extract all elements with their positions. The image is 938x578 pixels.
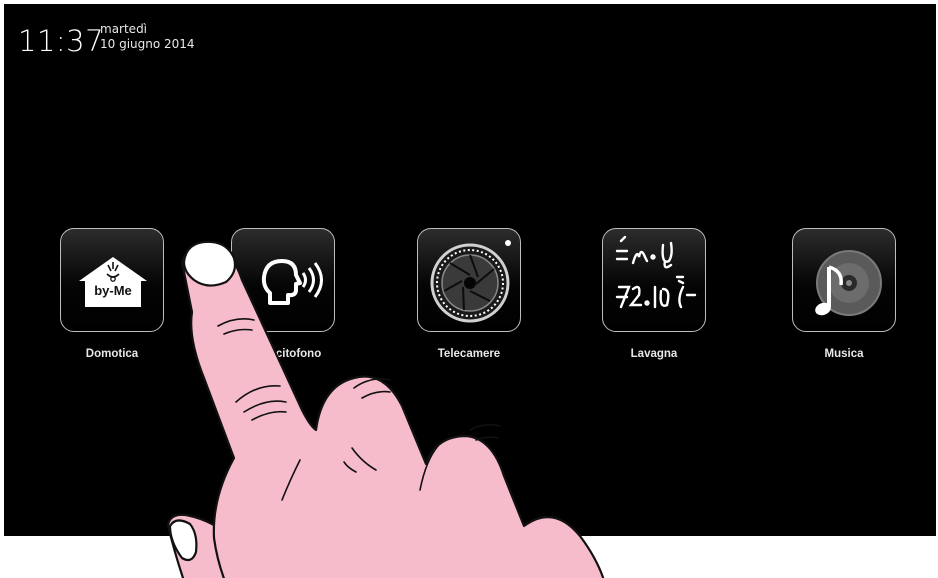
app-label: Lavagna: [630, 348, 678, 360]
app-label: Musica: [824, 348, 864, 360]
app-label: Telecamere: [437, 348, 501, 360]
app-label: Domotica: [85, 348, 139, 360]
home-screen: 11:37 martedì 10 giugno 2014 by-Me Domot…: [4, 4, 936, 536]
date: 10 giugno 2014: [100, 37, 195, 51]
app-domotica[interactable]: by-Me Domotica: [58, 228, 166, 360]
app-label: Videocitofono: [244, 348, 322, 360]
app-musica[interactable]: Musica: [790, 228, 898, 360]
weekday: martedì: [100, 22, 148, 36]
chalkboard-icon[interactable]: [602, 228, 706, 332]
app-videocitofono[interactable]: Videocitofono: [229, 228, 337, 360]
app-lavagna[interactable]: Lavagna: [600, 228, 708, 360]
music-disc-icon[interactable]: [792, 228, 896, 332]
camera-lens-icon[interactable]: [417, 228, 521, 332]
clock: 11:37: [18, 24, 105, 58]
house-byme-icon[interactable]: by-Me: [60, 228, 164, 332]
brand-text: by-Me: [94, 283, 132, 298]
speaking-head-icon[interactable]: [231, 228, 335, 332]
date-block: martedì 10 giugno 2014: [100, 22, 195, 52]
app-telecamere[interactable]: Telecamere: [415, 228, 523, 360]
